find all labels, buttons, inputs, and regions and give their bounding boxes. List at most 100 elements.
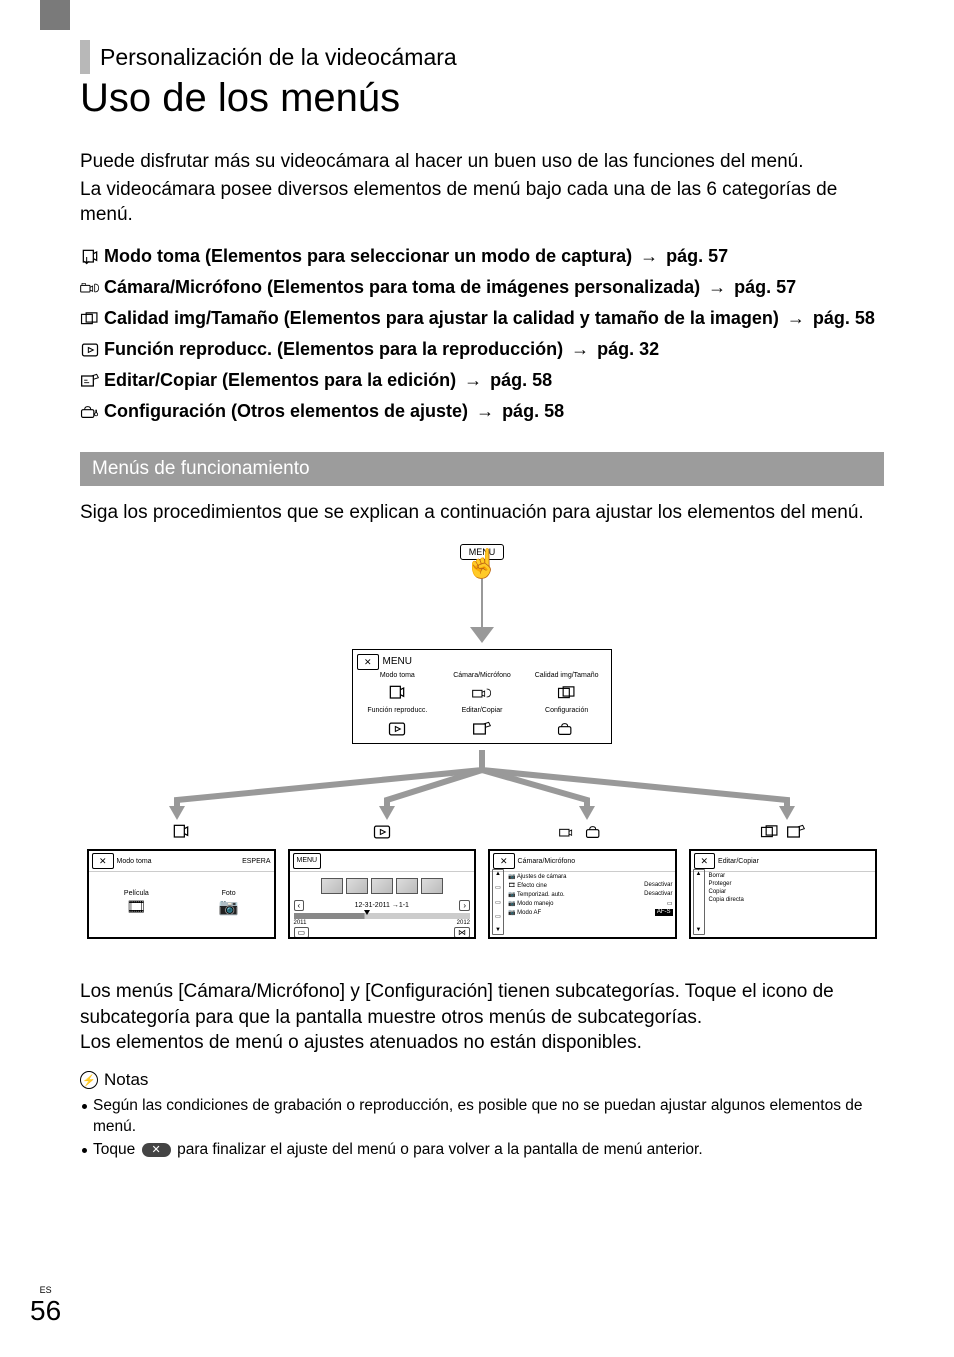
configuracion-icon [585, 820, 605, 843]
row-value: Desactivar [644, 891, 672, 898]
screen-title: Cámara/Micrófono [518, 858, 576, 865]
cat-page: pág. 58 [813, 308, 875, 329]
camara-microfono-icon [442, 681, 523, 703]
category-list: Modo toma (Elementos para seleccionar un… [80, 246, 884, 422]
arrow-icon: → [708, 277, 726, 298]
overview-cell-editar: Editar/Copiar [442, 707, 523, 739]
chapter-marker [80, 40, 90, 74]
funcion-reproducc-icon [357, 717, 438, 739]
down-arrow-icon: ▼ [495, 927, 501, 933]
configuracion-icon [526, 717, 607, 739]
page-number: 56 [30, 1295, 61, 1327]
option-foto: Foto 📷 [219, 890, 239, 917]
row-value: Desactivar [644, 882, 672, 889]
screen-col-modo-toma: ✕ Modo toma ESPERA Película 🎞 Foto � [87, 820, 276, 939]
close-icon: ✕ [92, 853, 114, 869]
notes-title: Notas [104, 1070, 148, 1090]
chapter-header: Personalización de la videocámara [80, 40, 884, 74]
screen-modo-toma: ✕ Modo toma ESPERA Película 🎞 Foto � [87, 849, 276, 939]
option-label: Foto [219, 890, 239, 897]
modo-toma-icon [80, 246, 100, 267]
screen-camara-microfono: ✕ Cámara/Micrófono ▲ ▭▭▭ ▼ 📷 Ajustes de … [488, 849, 677, 939]
year-left: 2011 [294, 920, 307, 926]
row-value: ▭ [667, 900, 673, 907]
cat-funcion-reproducc: Función reproducc. (Elementos para la re… [80, 339, 884, 360]
status-label: ESPERA [242, 858, 270, 865]
overview-cell-camara: Cámara/Micrófono [442, 672, 523, 704]
screen-title: Modo toma [117, 858, 152, 865]
thumbnail [371, 878, 393, 894]
cat-camara-microfono: Cámara/Micrófono (Elementos para toma de… [80, 277, 884, 298]
close-icon: ✕ [694, 853, 716, 869]
close-pill-icon: ✕ [142, 1143, 171, 1157]
page-title: Uso de los menús [80, 76, 884, 121]
date-to: 1-1 [399, 902, 409, 909]
prev-arrow-icon: ‹ [294, 900, 305, 911]
year-right: 2012 [457, 920, 470, 926]
arrow-icon: → [787, 308, 805, 329]
bullet-icon [82, 1104, 87, 1109]
list-item: 🎞 Efecto cineDesactivar [506, 881, 675, 890]
cat-page: pág. 57 [734, 277, 796, 298]
overview-cell-modo-toma: Modo toma [357, 672, 438, 704]
screen-col-camara: ✕ Cámara/Micrófono ▲ ▭▭▭ ▼ 📷 Ajustes de … [488, 820, 677, 939]
arrow-icon: → [476, 401, 494, 422]
fan-connector [87, 750, 877, 820]
row-label: Proteger [709, 881, 732, 887]
section-heading: Menús de funcionamiento [80, 452, 884, 486]
cat-configuracion: Configuración (Otros elementos de ajuste… [80, 401, 884, 422]
camara-microfono-icon [559, 820, 579, 843]
cell-label: Cámara/Micrófono [453, 672, 511, 679]
notes-icon: ⚡ [80, 1071, 98, 1089]
cell-label: Editar/Copiar [462, 707, 503, 714]
section-description: Siga los procedimientos que se explican … [80, 502, 884, 524]
list-item: Borrar [707, 872, 876, 880]
next-arrow-icon: › [459, 900, 470, 911]
cell-label: Configuración [545, 707, 588, 714]
notes-list: Según las condiciones de grabación o rep… [80, 1096, 884, 1161]
cat-page: pág. 58 [502, 401, 564, 422]
page-number-area: ES 56 [30, 1285, 61, 1327]
option-pelicula: Película 🎞 [124, 890, 149, 917]
cell-label: Modo toma [380, 672, 415, 679]
funcion-reproducc-icon [80, 339, 100, 360]
film-icon: 🎞 [124, 897, 149, 917]
cell-label: Función reproducc. [367, 707, 427, 714]
note-item: Toque ✕ para finalizar el ajuste del men… [82, 1140, 884, 1161]
date-range: 12-31-2011 →1-1 [355, 902, 409, 909]
media-icon: ▭ [294, 927, 310, 938]
cat-editar-copiar: Editar/Copiar (Elementos para la edición… [80, 370, 884, 391]
row-label: Temporizad. auto. [517, 892, 565, 898]
list-item: 📷 Temporizad. auto.Desactivar [506, 890, 675, 899]
thumbnail-row [290, 878, 475, 894]
cat-modo-toma: Modo toma (Elementos para seleccionar un… [80, 246, 884, 267]
note-text: Según las condiciones de grabación o rep… [93, 1096, 884, 1138]
modo-toma-icon [171, 820, 191, 843]
cat-label: Configuración (Otros elementos de ajuste… [104, 401, 468, 422]
bottom-para-2: Los elementos de menú o ajustes atenuado… [80, 1030, 884, 1056]
scroll-sidebar: ▲ ▭▭▭ ▼ [492, 869, 504, 935]
list-item: Copiar [707, 888, 876, 896]
diagram: MENU ☝ ✕ MENU Modo toma C [80, 544, 884, 939]
timeline [294, 913, 471, 919]
note2-prefix: Toque [93, 1141, 135, 1158]
cat-page: pág. 32 [597, 339, 659, 360]
calidad-img-icon [80, 308, 100, 329]
row-label: Borrar [709, 873, 726, 879]
cat-label: Calidad img/Tamaño (Elementos para ajust… [104, 308, 779, 329]
arrow-icon: → [640, 246, 658, 267]
screen-col-editar: ✕ Editar/Copiar ▲ ▼ Borrar Proteger Copi… [689, 820, 878, 939]
menu-overview-screen: ✕ MENU Modo toma Cámara/Micrófono [352, 649, 612, 744]
configuracion-icon [80, 401, 100, 422]
list-item: 📷 Modo manejo▭ [506, 899, 675, 908]
note-item: Según las condiciones de grabación o rep… [82, 1096, 884, 1138]
arrow-icon: → [571, 339, 589, 360]
thumbnail [321, 878, 343, 894]
list-item: Copia directa [707, 896, 876, 904]
note-text: Toque ✕ para finalizar el ajuste del men… [93, 1140, 703, 1161]
cat-calidad-img: Calidad img/Tamaño (Elementos para ajust… [80, 308, 884, 329]
row-label: Modo manejo [517, 901, 553, 907]
row-label: Copia directa [709, 897, 744, 903]
overview-cell-reproducc: Función reproducc. [357, 707, 438, 739]
bottom-text: Los menús [Cámara/Micrófono] y [Configur… [80, 979, 884, 1056]
